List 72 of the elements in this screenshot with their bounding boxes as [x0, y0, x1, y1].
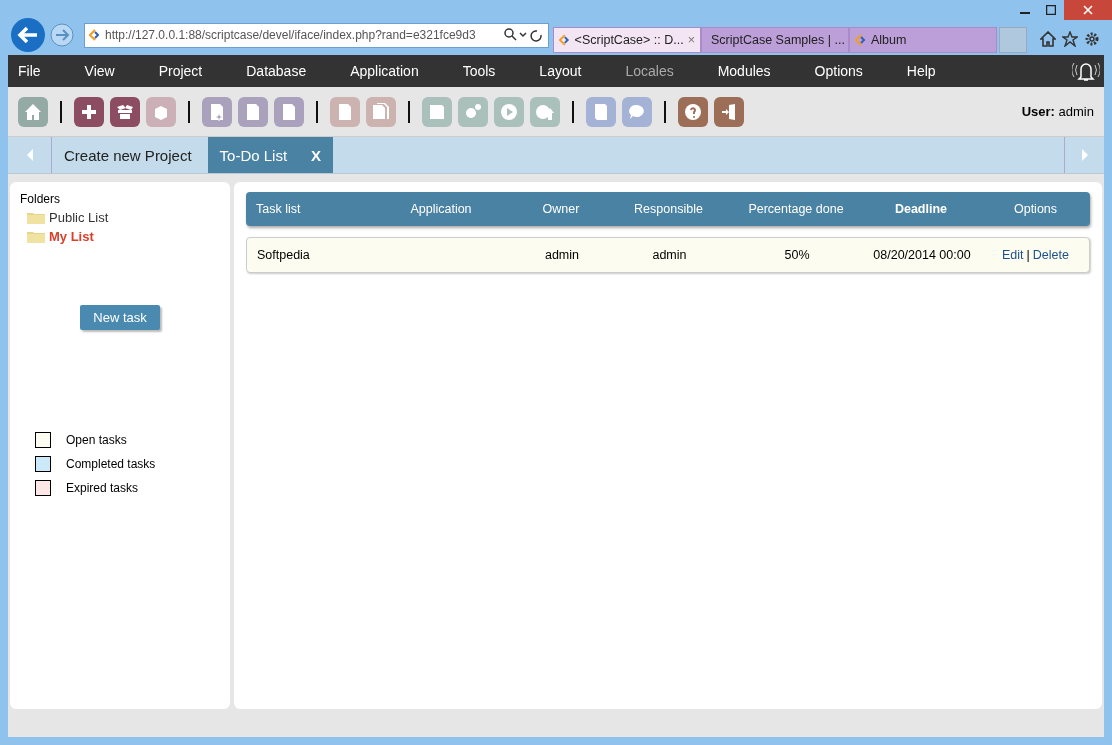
table-cell-text: admin	[543, 248, 580, 262]
folder-icon	[27, 230, 45, 243]
new-task-button[interactable]: New task	[80, 305, 160, 330]
column-header: Responsible	[633, 202, 704, 216]
folder-icon	[27, 211, 45, 224]
browser-tab[interactable]: Album	[849, 27, 997, 53]
table-cell-text: 50%	[783, 248, 811, 262]
menu-item[interactable]: Application	[350, 63, 419, 79]
box-icon[interactable]	[146, 96, 176, 127]
menu-item[interactable]: Database	[246, 63, 307, 79]
user-label: User: admin	[1021, 104, 1094, 119]
exit-door-icon[interactable]	[714, 96, 744, 127]
tab-title: <ScriptCase> :: D...	[574, 33, 684, 47]
menu-item[interactable]: Tools	[462, 63, 496, 79]
edit-link[interactable]: Edit	[1002, 248, 1024, 262]
tab-title: Album	[871, 33, 907, 47]
table-cell-text: 08/20/2014 00:00	[872, 248, 972, 262]
address-field[interactable]: http://127.0.0.1:88/scriptcase/devel/iface/index.php?rand=e321fce9d3	[84, 22, 549, 48]
column-header: Options	[1012, 202, 1059, 216]
menu-item[interactable]: Layout	[539, 63, 582, 79]
document-add-icon[interactable]	[202, 96, 232, 127]
legend-label: Open tasks	[66, 433, 127, 447]
left-arrow-icon[interactable]	[25, 148, 34, 162]
close-tab-button[interactable]: X	[311, 146, 322, 164]
column-header: Task list	[255, 202, 302, 216]
document-edit-icon[interactable]	[238, 96, 268, 127]
menu-item[interactable]: Help	[906, 63, 936, 79]
maximize-icon[interactable]	[1046, 5, 1056, 15]
browser-tab[interactable]: <ScriptCase> :: D... ×	[553, 27, 701, 53]
browser-tab[interactable]: ScriptCase Samples | ...	[701, 27, 849, 53]
column-header: Deadline	[893, 202, 949, 216]
home-icon[interactable]	[1040, 31, 1056, 47]
forward-button[interactable]	[50, 23, 74, 47]
close-icon[interactable]	[1083, 5, 1093, 15]
star-icon[interactable]	[1062, 31, 1078, 47]
open-box-icon[interactable]	[110, 96, 140, 127]
play-icon[interactable]	[494, 96, 524, 127]
separator-text: |	[1026, 248, 1030, 262]
speech-bubble-icon[interactable]	[622, 96, 652, 127]
folder-item[interactable]: My List	[27, 229, 220, 244]
menu-item[interactable]: Modules	[717, 63, 771, 79]
site-icon	[559, 34, 571, 46]
menu-item[interactable]: File	[18, 63, 41, 79]
site-icon	[855, 34, 867, 46]
legend-label: Expired tasks	[66, 481, 139, 495]
table-cell-text: Softpedia	[256, 248, 311, 262]
site-icon	[89, 29, 101, 41]
column-header: Percentage done	[747, 202, 845, 216]
column-header: Owner	[541, 202, 581, 216]
document-icon[interactable]	[330, 96, 360, 127]
close-tab-button[interactable]: ×	[687, 33, 695, 47]
back-button[interactable]	[10, 17, 46, 53]
help-icon[interactable]	[678, 96, 708, 127]
tab[interactable]: To-Do List X	[207, 137, 334, 173]
settings-icon[interactable]	[1084, 31, 1100, 47]
documents-icon[interactable]	[366, 96, 396, 127]
delete-link[interactable]: Delete	[1032, 248, 1069, 262]
tab[interactable]: Create new Project	[52, 137, 204, 173]
menu-item[interactable]: Project	[158, 63, 203, 79]
folder-item[interactable]: Public List	[27, 210, 220, 225]
right-arrow-icon[interactable]	[1080, 148, 1089, 162]
folders-title: Folders	[20, 192, 61, 206]
document-list-icon[interactable]	[274, 96, 304, 127]
menu-item[interactable]: View	[84, 63, 115, 79]
plus-icon[interactable]	[74, 96, 104, 127]
menu-item[interactable]: Options	[814, 63, 863, 79]
column-header: Application	[409, 202, 473, 216]
tab-title: ScriptCase Samples | ...	[711, 33, 845, 47]
search-icon[interactable]	[504, 28, 544, 42]
table-cell-text: admin	[651, 248, 688, 262]
legend-label: Completed tasks	[66, 457, 156, 471]
new-tab-button[interactable]	[999, 27, 1027, 53]
